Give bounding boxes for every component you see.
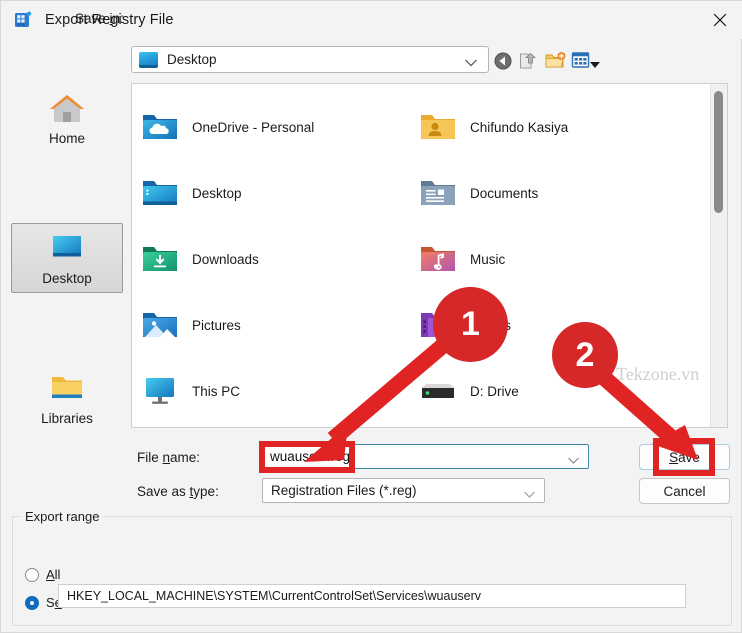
list-item-label: Downloads bbox=[192, 251, 259, 267]
sidebar-item-desktop[interactable]: Desktop bbox=[11, 223, 123, 293]
sidebar-item-libraries[interactable]: Libraries bbox=[11, 363, 123, 433]
list-item-label: Music bbox=[470, 251, 506, 267]
libraries-icon bbox=[46, 371, 88, 407]
registry-icon bbox=[13, 10, 33, 30]
radio-button[interactable] bbox=[25, 567, 39, 582]
desktop-folder-icon bbox=[140, 176, 180, 210]
chevron-down-icon bbox=[464, 55, 478, 73]
list-item[interactable] bbox=[418, 424, 688, 427]
list-item[interactable]: Downloads bbox=[140, 226, 410, 292]
sidebar-item-home[interactable]: Home bbox=[11, 83, 123, 153]
list-item[interactable]: D: Drive bbox=[418, 358, 688, 424]
videos-folder-icon bbox=[418, 308, 458, 342]
list-item[interactable]: OneDrive - Personal bbox=[140, 94, 410, 160]
save-as-type-label: Save as type: bbox=[137, 484, 219, 499]
file-name-label: File name: bbox=[137, 450, 201, 465]
list-item[interactable]: Documents bbox=[418, 160, 688, 226]
user-folder-icon bbox=[418, 110, 458, 144]
list-item[interactable]: This PC bbox=[140, 358, 410, 424]
cancel-button-label: Cancel bbox=[663, 483, 706, 499]
list-item[interactable] bbox=[140, 424, 410, 427]
save-as-type-combobox[interactable]: Registration Files (*.reg) bbox=[262, 478, 545, 503]
chevron-down-icon[interactable] bbox=[567, 452, 580, 470]
create-new-folder-icon[interactable] bbox=[544, 50, 566, 76]
list-item-label: Chifundo Kasiya bbox=[470, 119, 569, 135]
list-item[interactable]: Chifundo Kasiya bbox=[418, 94, 688, 160]
drive-icon bbox=[418, 374, 458, 408]
file-name-value: wuauserv.reg bbox=[270, 449, 351, 464]
selected-branch-input[interactable]: HKEY_LOCAL_MACHINE\SYSTEM\CurrentControl… bbox=[58, 584, 686, 608]
cancel-button[interactable]: Cancel bbox=[639, 478, 730, 504]
this-pc-icon bbox=[140, 374, 180, 408]
desktop-icon bbox=[139, 51, 158, 68]
list-item-label: Desktop bbox=[192, 185, 242, 201]
up-one-level-icon[interactable] bbox=[517, 50, 538, 76]
list-item-label: Documents bbox=[470, 185, 539, 201]
desktop-icon bbox=[46, 231, 88, 267]
scrollbar-thumb[interactable] bbox=[714, 91, 723, 213]
save-in-label: Save in: bbox=[75, 11, 124, 26]
save-button[interactable]: Save bbox=[639, 444, 730, 470]
back-icon[interactable] bbox=[493, 51, 513, 76]
list-item-label: This PC bbox=[192, 383, 241, 399]
list-item[interactable]: Videos bbox=[418, 292, 688, 358]
chevron-down-icon bbox=[523, 486, 536, 504]
views-icon[interactable] bbox=[571, 51, 590, 74]
export-registry-file-dialog: Export Registry File Save in: Desktop Ho… bbox=[0, 0, 742, 633]
save-in-combobox[interactable]: Desktop bbox=[131, 46, 489, 73]
home-icon bbox=[46, 91, 88, 127]
downloads-folder-icon bbox=[140, 242, 180, 276]
list-item[interactable]: Desktop bbox=[140, 160, 410, 226]
text-caret bbox=[351, 449, 352, 465]
list-item-label: Videos bbox=[470, 317, 512, 333]
sidebar-item-label: Desktop bbox=[42, 270, 92, 286]
music-folder-icon bbox=[418, 242, 458, 276]
selected-branch-value: HKEY_LOCAL_MACHINE\SYSTEM\CurrentControl… bbox=[67, 589, 482, 603]
file-list[interactable]: OneDrive - Personal Chifundo Kasiya Desk… bbox=[131, 83, 728, 428]
list-item-label: D: Drive bbox=[470, 383, 519, 399]
radio-button[interactable] bbox=[25, 595, 39, 610]
documents-folder-icon bbox=[418, 176, 458, 210]
list-item-label: OneDrive - Personal bbox=[192, 119, 315, 135]
views-dropdown-icon[interactable] bbox=[589, 56, 601, 74]
list-item[interactable]: Pictures bbox=[140, 292, 410, 358]
export-range-legend: Export range bbox=[21, 509, 104, 524]
save-button-label: Save bbox=[669, 449, 700, 465]
save-as-type-value: Registration Files (*.reg) bbox=[271, 483, 417, 498]
sidebar-item-label: Home bbox=[48, 130, 85, 146]
list-item[interactable]: Music bbox=[418, 226, 688, 292]
save-in-value: Desktop bbox=[167, 52, 217, 67]
onedrive-folder-icon bbox=[140, 110, 180, 144]
file-name-input[interactable]: wuauserv.reg bbox=[262, 444, 589, 469]
vertical-scrollbar[interactable] bbox=[710, 84, 727, 427]
places-bar: Home Desktop Libraries bbox=[11, 83, 123, 566]
sidebar-item-label: Libraries bbox=[41, 410, 93, 426]
pictures-folder-icon bbox=[140, 308, 180, 342]
radio-all[interactable]: All bbox=[25, 567, 60, 582]
close-icon[interactable] bbox=[697, 1, 742, 38]
radio-all-label: All bbox=[46, 567, 61, 582]
list-item-label: Pictures bbox=[192, 317, 241, 333]
